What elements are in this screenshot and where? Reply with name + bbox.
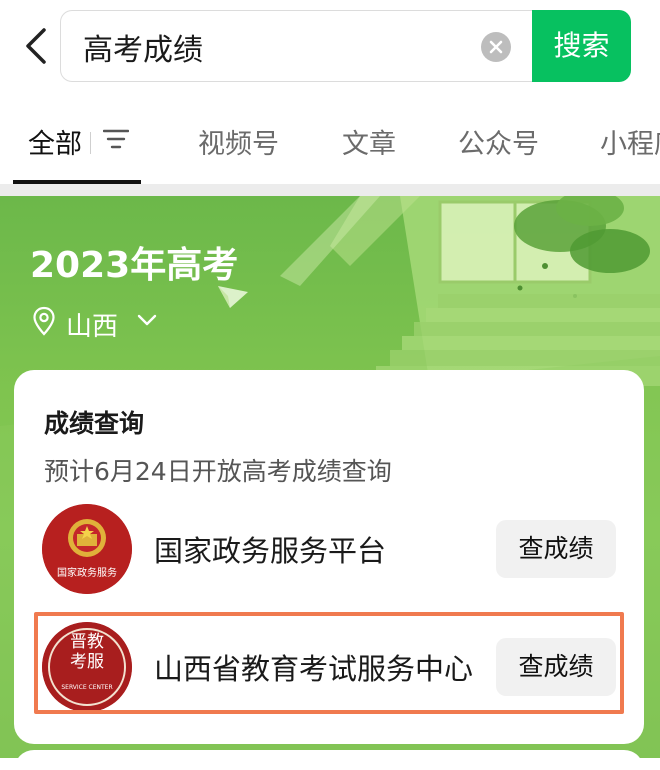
check-score-button[interactable]: 查成绩 <box>496 520 616 578</box>
card-subtitle: 预计6月24日开放高考成绩查询 <box>44 457 392 486</box>
clear-icon[interactable] <box>481 32 511 62</box>
service-row-national[interactable]: 国家政务服务 国家政务服务平台 查成绩 <box>14 504 644 600</box>
back-arrow-icon[interactable] <box>18 24 58 68</box>
location-pin-icon <box>33 306 55 336</box>
national-logo-text: 国家政务服务 <box>57 568 117 579</box>
national-gov-service-logo: 国家政务服务 <box>42 504 132 594</box>
tab-official-accounts[interactable]: 公众号 <box>458 122 539 161</box>
location-label: 山西 <box>66 312 119 342</box>
search-bar: 搜索 <box>0 0 660 100</box>
banner-title: 2023年高考 <box>30 245 239 286</box>
service-name: 国家政务服务平台 <box>154 534 387 568</box>
tab-channels[interactable]: 视频号 <box>198 122 279 161</box>
search-input[interactable] <box>83 25 463 69</box>
filter-icon[interactable] <box>102 128 130 150</box>
tab-mini-programs[interactable]: 小程序 <box>600 122 660 161</box>
search-button[interactable]: 搜索 <box>532 10 631 82</box>
tab-separator <box>90 132 91 154</box>
paper-plane-icon <box>216 284 250 314</box>
tab-articles[interactable]: 文章 <box>342 122 396 161</box>
next-card-edge <box>14 750 644 770</box>
card-title: 成绩查询 <box>44 409 145 438</box>
highlight-annotation-box <box>34 612 624 714</box>
chevron-down-icon <box>137 314 157 326</box>
search-field[interactable] <box>60 10 534 82</box>
tab-all[interactable]: 全部 <box>28 122 82 161</box>
section-divider <box>0 184 660 196</box>
search-tabs: 全部 视频号 文章 公众号 小程序 <box>0 100 660 184</box>
